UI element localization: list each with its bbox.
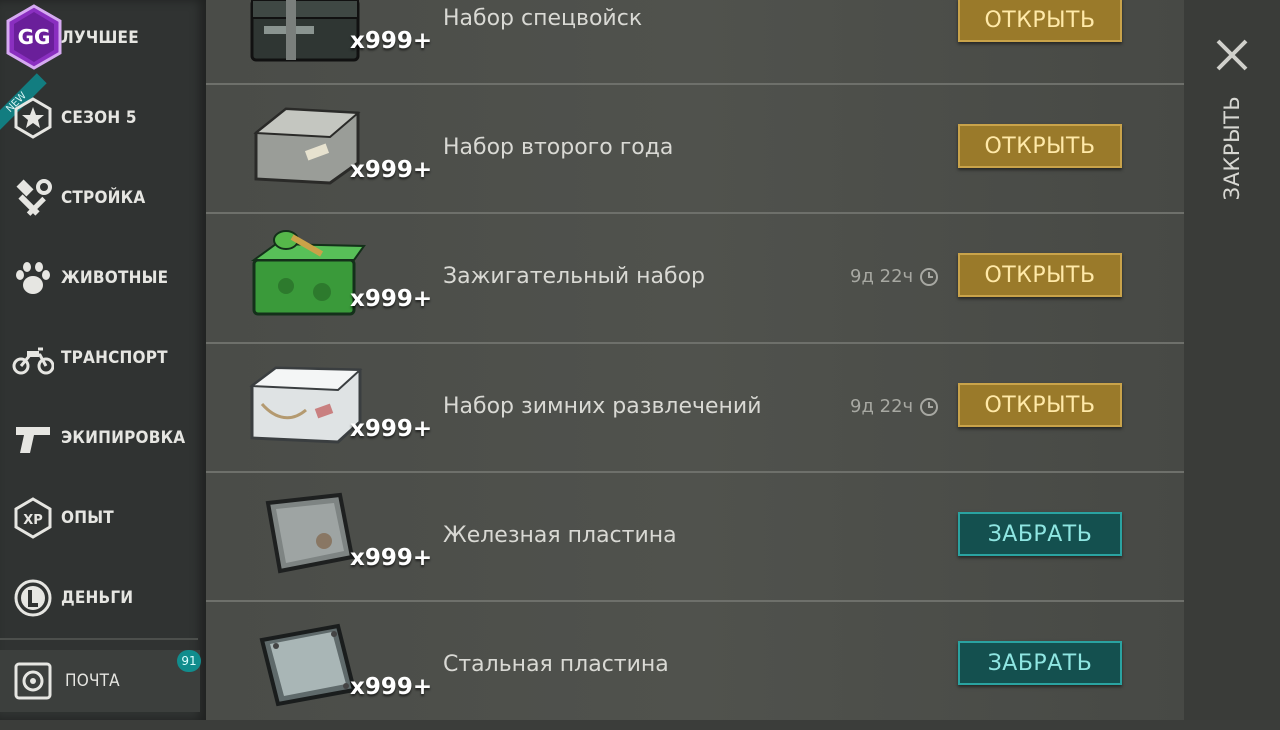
green-crate-icon (250, 230, 366, 316)
clock-icon (920, 267, 939, 286)
item-name: Набор зимних развлечений (443, 394, 762, 419)
steel-plate-icon (259, 623, 357, 707)
paw-icon (16, 262, 50, 294)
sidebar-divider (0, 638, 198, 640)
sidebar-item-label: ДЕНЬГИ (61, 588, 134, 608)
sidebar-item-label: ПОЧТА (65, 671, 120, 691)
sidebar-item-equipment[interactable]: ЭКИПИРОВКА (0, 408, 200, 468)
take-button[interactable]: ЗАБРАТЬ (958, 641, 1122, 685)
item-quantity: x999+ (350, 286, 433, 312)
expiry-timer: 9д 22ч (850, 266, 939, 287)
close-panel[interactable]: ЗАКРЫТЬ (1184, 0, 1280, 720)
sidebar-item-label: СТРОЙКА (61, 188, 146, 208)
sidebar-item-mail[interactable]: ПОЧТА (0, 650, 200, 712)
gg-logo-icon[interactable]: GG (6, 4, 62, 70)
sidebar-item-label: ЭКИПИРОВКА (61, 428, 186, 448)
sidebar-item-animals[interactable]: ЖИВОТНЫЕ (0, 248, 200, 308)
timer-text: 9д 22ч (850, 266, 914, 287)
close-icon[interactable] (1215, 38, 1249, 72)
sidebar: ЛУЧШЕЕ GG NEW СЕЗОН 5 СТРОЙКА ЖИВОТНЫЕ Т… (0, 0, 206, 720)
sidebar-item-label: ТРАНСПОРТ (61, 348, 168, 368)
item-name: Зажигательный набор (443, 264, 706, 289)
item-name: Железная пластина (443, 523, 677, 548)
mail-safe-icon (14, 662, 52, 700)
sidebar-item-build[interactable]: СТРОЙКА (0, 168, 200, 228)
list-item: x999+ Железная пластина ЗАБРАТЬ (206, 473, 1184, 601)
reward-list: x999+ Набор спецвойск ОТКРЫТЬ x999+ Набо… (206, 0, 1184, 720)
item-quantity: x999+ (350, 416, 433, 442)
svg-text:XP: XP (23, 513, 43, 528)
open-button[interactable]: ОТКРЫТЬ (958, 383, 1122, 427)
svg-text:GG: GG (18, 25, 51, 49)
metal-crate-icon (253, 107, 361, 185)
mail-count-badge: 91 (177, 650, 201, 672)
hammer-wrench-icon (16, 179, 52, 216)
list-item: x999+ Набор спецвойск ОТКРЫТЬ (206, 0, 1184, 84)
sidebar-item-label: ЛУЧШЕЕ (61, 28, 139, 48)
star-badge-icon (14, 97, 52, 139)
sidebar-item-label: СЕЗОН 5 (61, 108, 137, 128)
timer-text: 9д 22ч (850, 396, 914, 417)
iron-plate-icon (265, 492, 355, 574)
item-name: Набор второго года (443, 135, 674, 160)
pistol-icon (16, 427, 50, 453)
open-button[interactable]: ОТКРЫТЬ (958, 253, 1122, 297)
sidebar-item-transport[interactable]: ТРАНСПОРТ (0, 328, 200, 388)
take-button[interactable]: ЗАБРАТЬ (958, 512, 1122, 556)
sidebar-item-xp[interactable]: XP ОПЫТ (0, 488, 200, 548)
list-item: x999+ Набор зимних развлечений 9д 22ч ОТ… (206, 344, 1184, 472)
open-button[interactable]: ОТКРЫТЬ (958, 0, 1122, 42)
xp-icon: XP (14, 497, 52, 539)
item-name: Стальная пластина (443, 652, 669, 677)
item-quantity: x999+ (350, 28, 433, 54)
sidebar-item-label: ОПЫТ (61, 508, 114, 528)
list-item: x999+ Набор второго года ОТКРЫТЬ (206, 85, 1184, 213)
item-quantity: x999+ (350, 157, 433, 183)
open-button[interactable]: ОТКРЫТЬ (958, 124, 1122, 168)
sidebar-item-money[interactable]: ДЕНЬГИ (0, 568, 200, 628)
white-crate-icon (249, 366, 363, 444)
list-item: x999+ Стальная пластина ЗАБРАТЬ (206, 602, 1184, 730)
expiry-timer: 9д 22ч (850, 396, 939, 417)
sidebar-item-season[interactable]: СЕЗОН 5 (0, 88, 200, 148)
military-crate-icon (250, 0, 360, 62)
item-quantity: x999+ (350, 545, 433, 571)
clock-icon (920, 397, 939, 416)
list-item: x999+ Зажигательный набор 9д 22ч ОТКРЫТЬ (206, 214, 1184, 342)
coin-icon (14, 579, 52, 617)
motorcycle-icon (12, 347, 54, 375)
item-name: Набор спецвойск (443, 6, 643, 31)
item-quantity: x999+ (350, 674, 433, 700)
sidebar-item-label: ЖИВОТНЫЕ (61, 268, 169, 288)
close-label[interactable]: ЗАКРЫТЬ (1220, 96, 1244, 201)
